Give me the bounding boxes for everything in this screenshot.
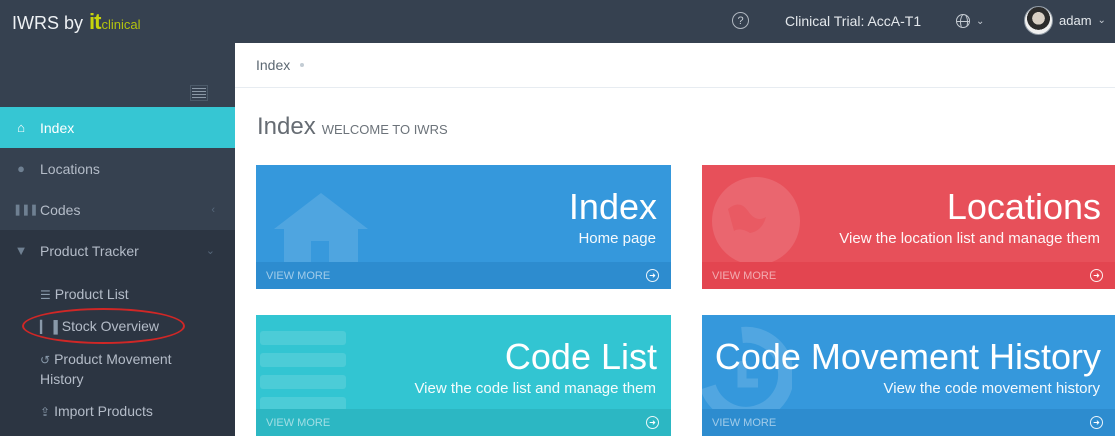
brand-logo[interactable]: IWRS by it clinical — [12, 9, 140, 35]
tile-description: View the code list and manage them — [414, 380, 656, 397]
breadcrumb: Index — [235, 43, 1115, 88]
page-title: Index WELCOME TO IWRS — [257, 113, 448, 141]
brand-logo-it: it — [89, 9, 101, 34]
dashboard-tile-locations[interactable]: Locations View the location list and man… — [702, 165, 1115, 289]
home-icon: ⌂ — [17, 120, 25, 135]
sidebar-toggle-button[interactable] — [190, 85, 208, 101]
barcode-icon: ❚❚❚ — [13, 204, 39, 216]
brand-name: IWRS — [12, 13, 59, 33]
submenu-item-label: Product List — [54, 286, 129, 302]
page-title-text: Index — [257, 113, 316, 140]
breadcrumb-item-index[interactable]: Index — [256, 57, 290, 73]
dashboard-tile-code-list[interactable]: Code List View the code list and manage … — [256, 315, 671, 436]
list-icon: ☰ — [40, 288, 51, 302]
tile-view-more-link[interactable]: VIEW MORE ➜ — [702, 262, 1115, 289]
view-more-label: VIEW MORE — [712, 269, 777, 282]
sidebar-item-label: Codes — [40, 201, 81, 218]
dashboard-tile-index[interactable]: Index Home page VIEW MORE ➜ — [256, 165, 671, 289]
tile-title: Index — [568, 186, 657, 227]
view-more-label: VIEW MORE — [712, 416, 777, 429]
breadcrumb-separator — [300, 63, 305, 67]
top-navbar: IWRS by it clinical ? Clinical Trial: Acc… — [0, 0, 1115, 43]
sidebar-item-codes[interactable]: ❚❚❚ Codes ‹ — [0, 189, 235, 230]
submenu-item-label: Product Movement — [54, 351, 172, 367]
view-more-label: VIEW MORE — [266, 269, 331, 282]
user-menu[interactable]: adam ⌄ — [1024, 6, 1106, 35]
sidebar-item-label: Product Tracker — [40, 242, 139, 259]
arrow-circle-right-icon: ➜ — [1090, 269, 1103, 282]
submenu-item-label-line2: History — [40, 371, 84, 387]
globe-icon — [956, 14, 970, 28]
tile-description: View the location list and manage them — [839, 230, 1100, 247]
tile-description: Home page — [578, 230, 656, 247]
arrow-circle-right-icon: ➜ — [646, 269, 659, 282]
sidebar-item-label: Locations — [40, 160, 100, 177]
view-more-label: VIEW MORE — [266, 416, 331, 429]
avatar — [1024, 6, 1053, 35]
home-icon — [274, 193, 368, 267]
tile-view-more-link[interactable]: VIEW MORE ➜ — [256, 262, 671, 289]
tile-view-more-link[interactable]: VIEW MORE ➜ — [256, 409, 671, 436]
tile-title: Code Movement History — [714, 336, 1101, 377]
submenu-item-product-movement-history[interactable]: ↺ Product Movement History — [40, 350, 172, 389]
username: adam — [1059, 13, 1092, 28]
arrow-circle-right-icon: ➜ — [646, 416, 659, 429]
tile-view-more-link[interactable]: VIEW MORE ➜ — [702, 409, 1115, 436]
submenu-item-product-list[interactable]: ☰ Product List — [40, 285, 129, 305]
language-selector[interactable]: ⌄ — [956, 14, 984, 28]
list-icon — [260, 331, 346, 411]
sidebar-item-locations[interactable]: ● Locations — [0, 148, 235, 189]
chevron-down-icon: ⌄ — [976, 15, 985, 27]
globe-icon — [712, 177, 800, 265]
submenu-item-import-products[interactable]: ⇪ Import Products — [40, 402, 153, 422]
tile-title: Locations — [946, 186, 1101, 227]
sidebar-item-index[interactable]: ⌂ Index — [0, 107, 235, 148]
question-circle-icon[interactable]: ? — [732, 12, 749, 29]
page-subtitle: WELCOME TO IWRS — [321, 122, 448, 137]
history-icon: ↺ — [40, 353, 51, 367]
submenu-item-label: Import Products — [54, 403, 153, 419]
globe-icon: ● — [17, 161, 25, 176]
tile-title: Code List — [504, 336, 657, 377]
chevron-down-icon: ⌄ — [205, 245, 215, 257]
clinical-trial-selector[interactable]: Clinical Trial: AccA-T1 — [785, 13, 921, 29]
chevron-left-icon: ‹ — [211, 203, 215, 216]
arrow-circle-right-icon: ➜ — [1090, 416, 1103, 429]
highlight-circle-annotation — [22, 308, 185, 344]
sidebar-item-product-tracker[interactable]: ▼ Product Tracker ⌄ — [0, 230, 235, 271]
dashboard-tile-code-movement-history[interactable]: Code Movement History View the code move… — [702, 315, 1115, 436]
sidebar-item-label: Index — [40, 119, 75, 136]
upload-icon: ⇪ — [40, 405, 51, 419]
tile-description: View the code movement history — [883, 380, 1101, 397]
chevron-down-icon: ⌄ — [1097, 15, 1106, 26]
brand-by: by — [64, 13, 84, 33]
brand-logo-clinical: clinical — [101, 17, 141, 32]
map-marker-icon: ▼ — [14, 243, 28, 258]
